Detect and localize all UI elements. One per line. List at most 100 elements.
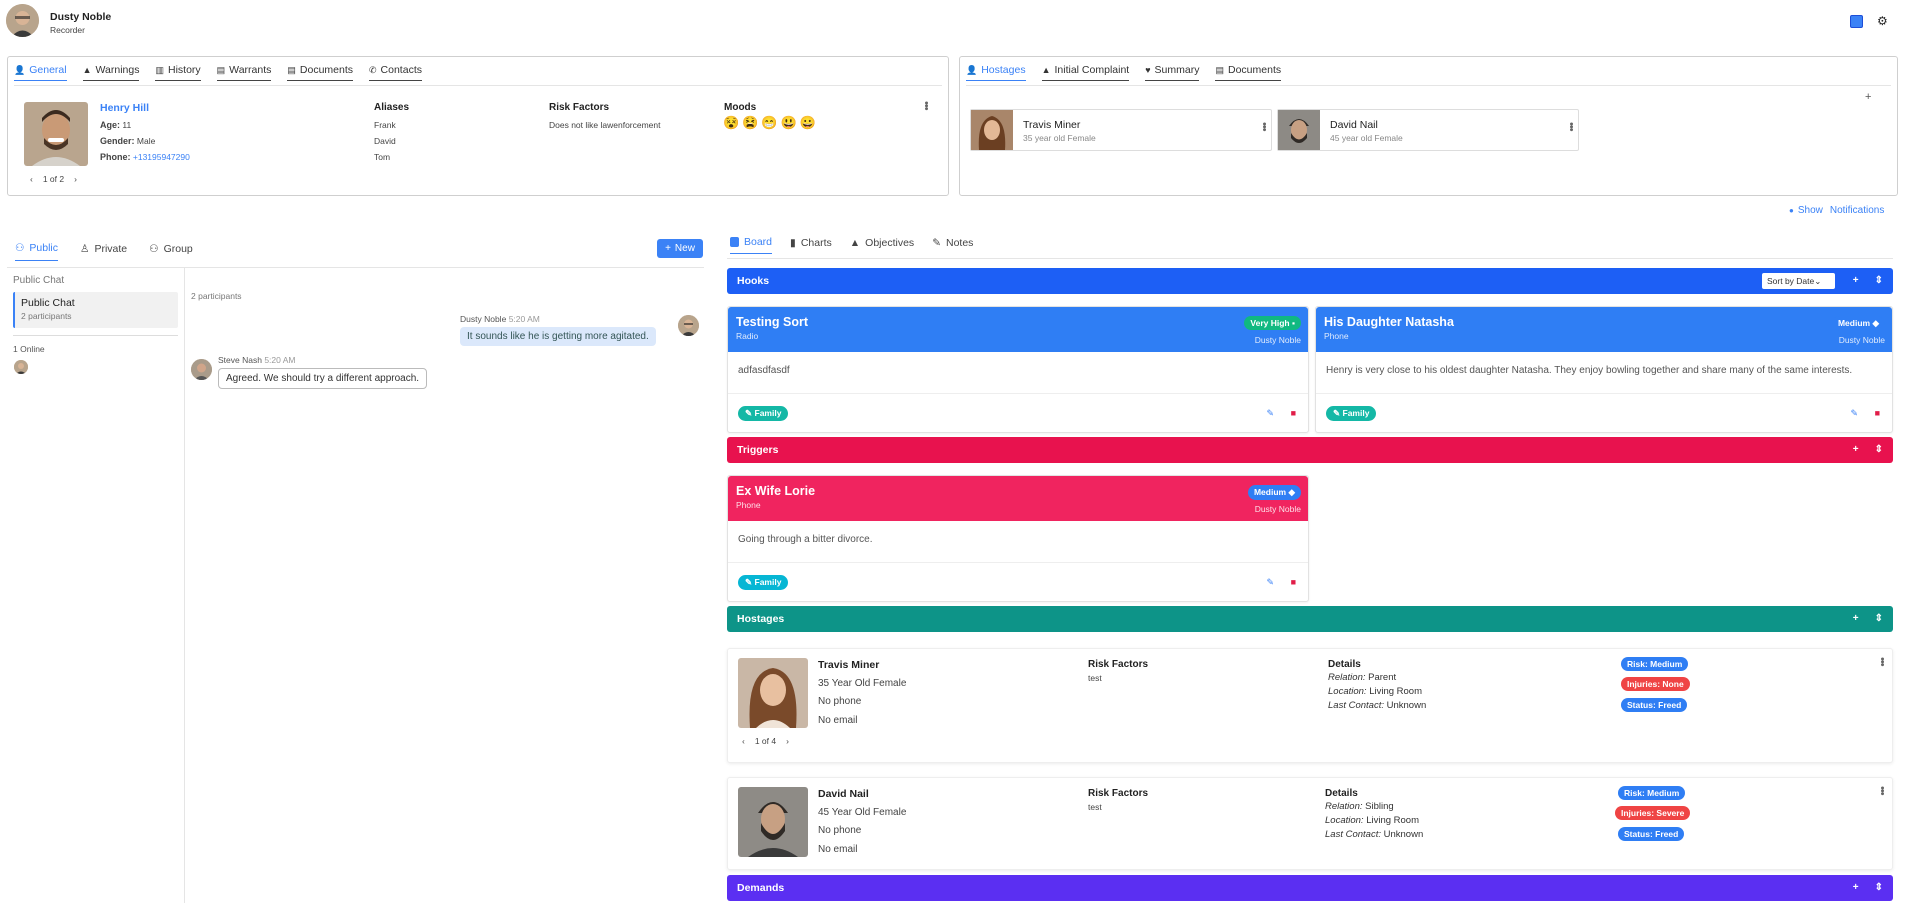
chevron-right-icon[interactable]: › xyxy=(74,174,77,184)
bell-icon: ● xyxy=(1789,206,1794,215)
subject-photo xyxy=(24,102,88,166)
tab-history[interactable]: ▥ History xyxy=(155,64,201,81)
hostages-panel: 👤 Hostages ▲ Initial Complaint ♥ Summary ▤ D… xyxy=(959,56,1898,196)
bar-chart-icon: ▮ xyxy=(790,236,796,249)
hook-card[interactable]: Testing Sort Radio Very High ▪ Dusty Nob… xyxy=(727,306,1309,433)
hostage-location: Location: Living Room xyxy=(1325,815,1420,826)
hostage-risk-title: Risk Factors xyxy=(1088,659,1149,670)
tab-initial-complaint[interactable]: ▲ Initial Complaint xyxy=(1041,64,1130,81)
chevron-left-icon[interactable]: ‹ xyxy=(30,174,33,184)
mood-emoji[interactable]: 😁 xyxy=(761,115,777,131)
more-options-icon[interactable]: ••• xyxy=(920,101,932,110)
add-demand-button[interactable]: + xyxy=(1853,882,1859,893)
hostage-location: Location: Living Room xyxy=(1328,686,1423,697)
online-user-avatar[interactable] xyxy=(14,360,28,374)
hostage-name: David Nail xyxy=(818,788,869,800)
hostage-photo xyxy=(738,658,808,728)
edit-icon[interactable]: ✎ xyxy=(1850,408,1858,419)
tab-documents[interactable]: ▤ Documents xyxy=(287,64,353,81)
phone-app-button[interactable] xyxy=(1850,15,1863,28)
tab-board[interactable]: Board xyxy=(730,236,773,254)
hostage-last-contact: Last Contact: Unknown xyxy=(1328,700,1427,711)
online-count: 1 Online xyxy=(13,344,45,354)
hostage-card[interactable]: David Nail 45 year old Female ••• xyxy=(1277,109,1579,151)
warning-icon: ▲ xyxy=(82,64,92,75)
edit-icon[interactable]: ✎ xyxy=(1266,408,1274,419)
message-bubble-incoming: Agreed. We should try a different approa… xyxy=(218,368,428,389)
user-avatar[interactable] xyxy=(6,4,39,37)
group-icon: ⚇ xyxy=(149,242,159,255)
mood-emoji[interactable]: 😃 xyxy=(781,115,797,131)
subject-gender: Gender: Male xyxy=(100,136,156,146)
add-hook-button[interactable]: + xyxy=(1853,275,1859,286)
warning-icon: ▲ xyxy=(849,236,861,249)
add-trigger-button[interactable]: + xyxy=(1853,444,1859,455)
hostage-desc: 45 Year Old Female xyxy=(818,807,907,818)
sort-arrows-icon[interactable]: ⇕ xyxy=(1875,275,1883,286)
hostages-tabs: 👤 Hostages ▲ Initial Complaint ♥ Summary ▤ D… xyxy=(966,64,1282,81)
tab-documents[interactable]: ▤ Documents xyxy=(1215,64,1282,81)
priority-badge: Medium ◆ xyxy=(1831,316,1885,331)
add-hostage-button[interactable]: + xyxy=(1865,91,1871,103)
user-icon: ♙ xyxy=(80,242,90,255)
status-pill: Status: Freed xyxy=(1618,827,1685,841)
add-hostage-button[interactable]: + xyxy=(1853,613,1859,624)
alias-item: Tom xyxy=(374,152,391,162)
tab-charts[interactable]: ▮ Charts xyxy=(790,236,832,254)
edit-icon[interactable]: ✎ xyxy=(1266,577,1274,588)
moods-list: 😵 😫 😁 😃 😀 xyxy=(723,115,816,131)
chevron-right-icon[interactable]: › xyxy=(786,736,789,746)
injuries-pill: Injuries: Severe xyxy=(1615,806,1691,820)
sort-arrows-icon[interactable]: ⇕ xyxy=(1875,882,1883,893)
pencil-icon: ✎ xyxy=(932,236,941,249)
settings-gear-icon[interactable]: ⚙ xyxy=(1877,14,1888,28)
trigger-card[interactable]: Ex Wife Lorie Phone Medium ◆ Dusty Noble… xyxy=(727,475,1309,602)
document-icon: ▤ xyxy=(1215,64,1224,75)
tab-hostages[interactable]: 👤 Hostages xyxy=(966,64,1026,81)
warning-icon: ▲ xyxy=(1041,64,1051,75)
hook-body: adfasdfasdf xyxy=(728,352,1308,394)
hostage-card[interactable]: Travis Miner 35 year old Female ••• xyxy=(970,109,1272,151)
new-chat-button[interactable]: + New xyxy=(657,239,703,258)
more-options-icon[interactable]: ••• xyxy=(1258,122,1270,131)
delete-icon[interactable]: ■ xyxy=(1875,408,1880,418)
hostage-row[interactable]: David Nail 45 Year Old Female No phone N… xyxy=(727,777,1893,870)
delete-icon[interactable]: ■ xyxy=(1291,577,1296,587)
tab-warrants[interactable]: ▤ Warrants xyxy=(216,64,272,81)
hostage-row[interactable]: Travis Miner 35 Year Old Female No phone… xyxy=(727,648,1893,763)
mood-emoji[interactable]: 😫 xyxy=(742,115,758,131)
subject-name[interactable]: Henry Hill xyxy=(100,102,149,114)
hostage-details-title: Details xyxy=(1325,788,1358,799)
delete-icon[interactable]: ■ xyxy=(1291,408,1296,418)
tab-public[interactable]: ⚇ Public xyxy=(15,242,59,261)
priority-badge: Medium ◆ xyxy=(1247,485,1301,500)
mood-emoji[interactable]: 😀 xyxy=(800,115,816,131)
chevron-left-icon[interactable]: ‹ xyxy=(742,736,745,746)
hostages-section-header: Hostages + ⇕ xyxy=(727,606,1893,632)
chat-room-name: Public Chat xyxy=(21,297,75,309)
sort-arrows-icon[interactable]: ⇕ xyxy=(1875,613,1883,624)
show-notifications-link[interactable]: ● Show Notifications xyxy=(1789,205,1884,216)
tab-private[interactable]: ♙ Private xyxy=(80,242,127,261)
more-options-icon[interactable]: ••• xyxy=(1565,122,1577,131)
document-icon: ▤ xyxy=(287,64,296,75)
chat-room-item[interactable]: Public Chat 2 participants xyxy=(13,292,178,328)
hook-card[interactable]: His Daughter Natasha Phone Medium ◆ Dust… xyxy=(1315,306,1893,433)
risk-pill: Risk: Medium xyxy=(1621,657,1689,671)
more-options-icon[interactable]: ••• xyxy=(1876,657,1888,666)
tab-objectives[interactable]: ▲ Objectives xyxy=(850,236,914,254)
hostage-name: Travis Miner xyxy=(818,659,880,671)
sort-select[interactable]: Sort by Date⌄ xyxy=(1762,273,1835,289)
hostage-risk-text: test xyxy=(1088,802,1102,812)
sort-arrows-icon[interactable]: ⇕ xyxy=(1875,444,1883,455)
tab-summary[interactable]: ♥ Summary xyxy=(1145,64,1200,81)
mood-emoji[interactable]: 😵 xyxy=(723,115,739,131)
tab-group[interactable]: ⚇ Group xyxy=(149,242,193,261)
tab-contacts[interactable]: ✆ Contacts xyxy=(369,64,422,81)
more-options-icon[interactable]: ••• xyxy=(1876,786,1888,795)
hostage-phone: No phone xyxy=(818,825,862,836)
tab-general[interactable]: 👤 General xyxy=(14,64,67,81)
tab-notes[interactable]: ✎ Notes xyxy=(932,236,973,254)
chevron-down-icon: ⌄ xyxy=(1814,276,1822,286)
tab-warnings[interactable]: ▲ Warnings xyxy=(82,64,140,81)
